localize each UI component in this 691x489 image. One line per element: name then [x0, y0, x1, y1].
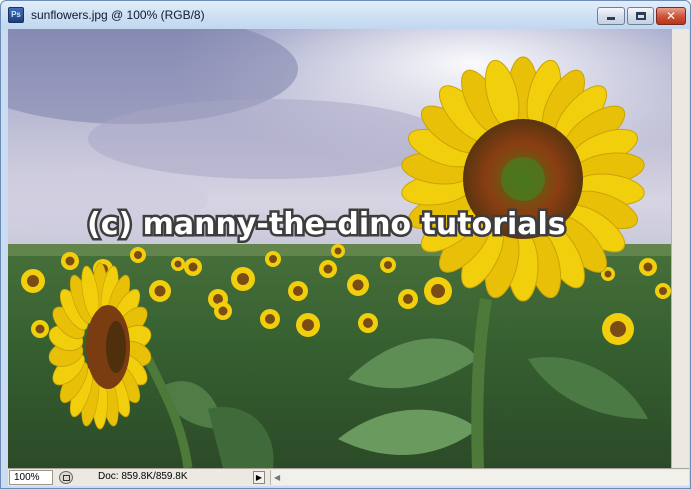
maximize-button[interactable]	[627, 7, 654, 25]
close-button[interactable]: ✕	[656, 7, 686, 25]
status-info-icon[interactable]	[59, 471, 73, 484]
close-icon: ✕	[665, 9, 677, 23]
minimize-button[interactable]	[597, 7, 625, 25]
image-canvas[interactable]: (c) manny-the-dino tutorials	[8, 29, 671, 468]
scroll-left-icon[interactable]: ◀	[274, 470, 280, 485]
doc-info-text: Doc: 859.8K/859.8K	[98, 471, 188, 482]
title-bar[interactable]: Ps sunflowers.jpg @ 100% (RGB/8) ✕	[1, 1, 690, 29]
window-title: sunflowers.jpg @ 100% (RGB/8)	[31, 8, 205, 22]
horizontal-scrollbar[interactable]: ◀	[270, 470, 689, 485]
vertical-scrollbar[interactable]	[671, 29, 689, 468]
photoshop-document-icon[interactable]: Ps	[8, 7, 24, 23]
maximize-icon	[636, 12, 646, 20]
minimize-icon	[607, 17, 615, 20]
play-arrow-icon[interactable]: ▶	[253, 471, 265, 484]
watermark-layer: (c) manny-the-dino tutorials	[85, 205, 569, 245]
zoom-input[interactable]: 100%	[9, 470, 53, 485]
watermark-text: (c) manny-the-dino tutorials	[87, 207, 566, 242]
document-window: Ps sunflowers.jpg @ 100% (RGB/8) ✕ (c) m…	[0, 0, 691, 489]
status-bar: 100% Doc: 859.8K/859.8K ▶ ◀	[8, 468, 689, 486]
